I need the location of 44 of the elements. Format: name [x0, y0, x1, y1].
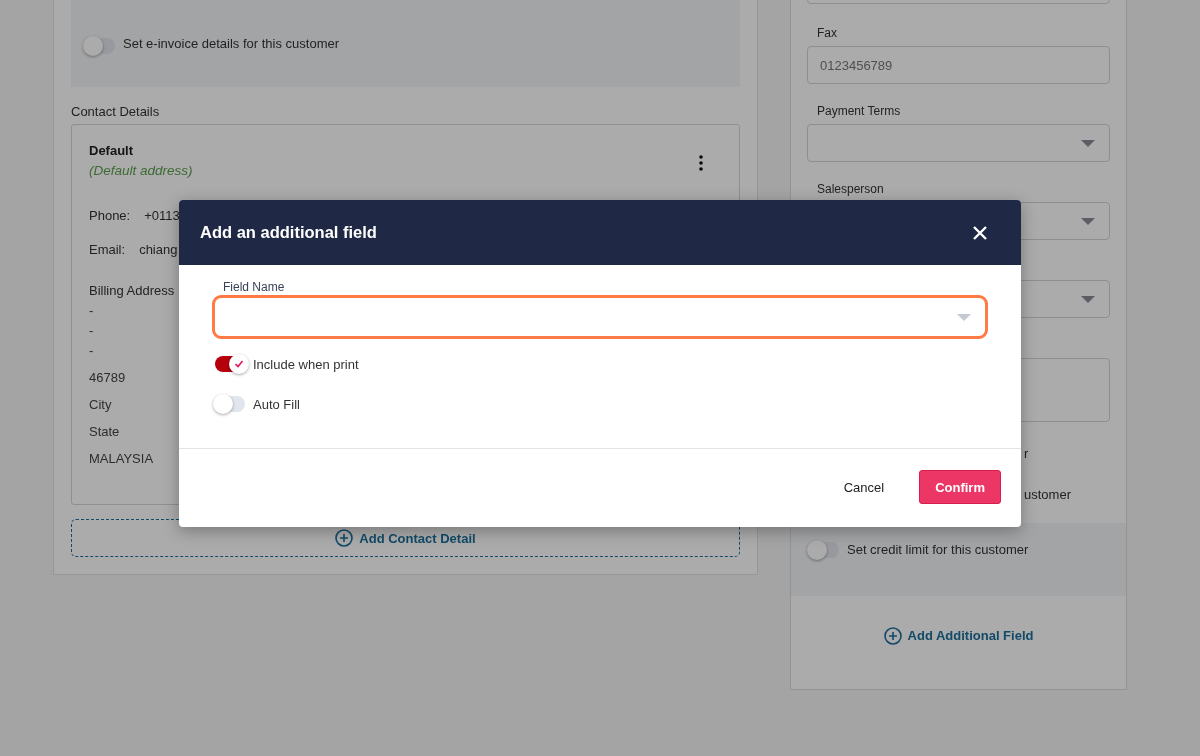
field-label: Phone: [89, 208, 131, 223]
address-line: - [89, 323, 94, 338]
close-icon[interactable] [973, 225, 987, 240]
toggle-label: Set e-invoice details for this customer [123, 36, 340, 51]
dropdown-field[interactable] [807, 124, 1110, 162]
confirm-button[interactable]: Confirm [919, 470, 1001, 504]
field-label: Salesperson [817, 182, 884, 196]
toggle-label: Auto Fill [253, 396, 300, 412]
dialog-title: Add an additional field [200, 223, 377, 242]
address-line: - [89, 343, 94, 358]
option-label: r [1024, 445, 1029, 461]
toggle-label: Set credit limit for this customer [847, 542, 1029, 557]
address-line: MALAYSIA [89, 451, 154, 466]
plus-icon [335, 529, 354, 547]
caret-icon [1081, 295, 1095, 303]
field-label: Fax [817, 26, 837, 40]
cancel-button[interactable]: Cancel [828, 470, 900, 504]
address-line: 46789 [89, 370, 126, 385]
add-field-button[interactable]: Add Additional Field [883, 626, 1034, 645]
more-icon[interactable] [699, 155, 703, 171]
check-icon [234, 359, 244, 369]
field-label: Billing Address [89, 283, 175, 298]
address-line: City [89, 397, 112, 412]
contact-name: Default [89, 143, 135, 158]
dropdown-field[interactable] [212, 295, 988, 339]
phone-value: +0113 [144, 208, 180, 223]
plus-icon [883, 626, 902, 645]
toggle-switch[interactable] [215, 396, 245, 412]
field-label: Payment Terms [817, 104, 901, 118]
toggle-switch[interactable] [85, 37, 115, 54]
toggle-switch[interactable] [809, 541, 839, 558]
address-line: State [89, 424, 120, 439]
email-value: chiang [139, 242, 178, 257]
contact-tag: (Default address) [89, 163, 193, 178]
option-label: ustomer [1024, 486, 1071, 502]
section-title: Contact Details [71, 104, 161, 119]
field-label: Email: [89, 242, 126, 257]
caret-icon [1081, 139, 1095, 147]
caret-icon [1081, 217, 1095, 225]
text-field[interactable]: 0123456789 [807, 46, 1110, 84]
address-line: - [89, 303, 94, 318]
field-label: Field Name [222, 280, 286, 294]
toggle-label: Include when print [253, 356, 359, 372]
caret-icon [957, 313, 971, 321]
